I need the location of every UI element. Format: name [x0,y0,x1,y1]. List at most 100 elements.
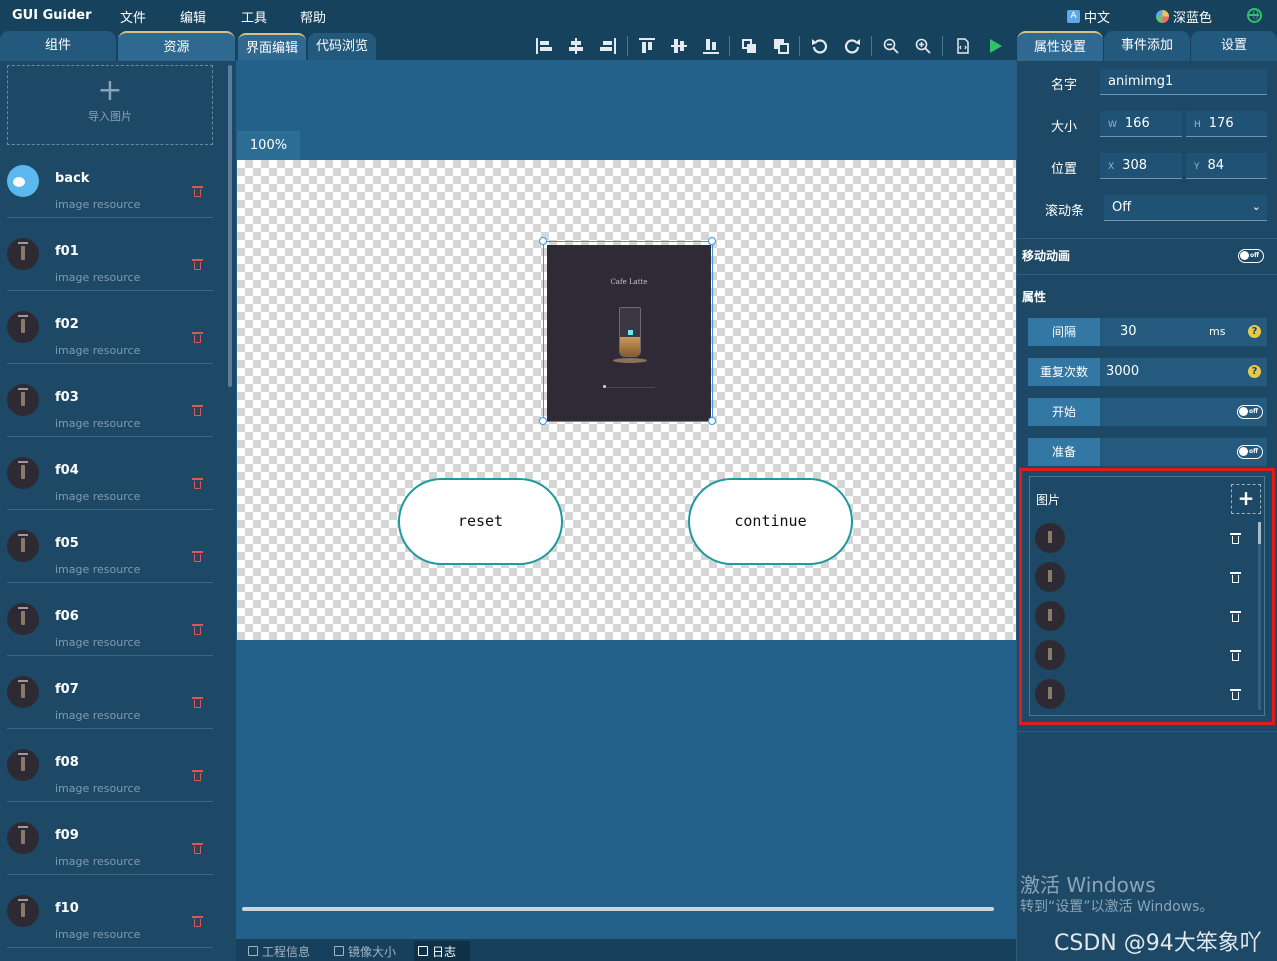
screen-canvas[interactable]: Cafe Latte reset continue [237,160,1016,640]
resize-handle-br[interactable] [708,417,716,425]
repeat-row: 重复次数 3000 ? [1028,358,1267,386]
delete-icon[interactable] [192,405,203,416]
delete-icon[interactable] [192,478,203,489]
delete-icon[interactable] [192,624,203,635]
menu-help[interactable]: 帮助 [300,7,326,26]
y-value: 84 [1207,158,1225,173]
interval-label: 间隔 [1028,318,1100,346]
align-center-v-icon[interactable] [670,37,688,55]
resource-item[interactable]: f10 image resource [7,875,213,948]
name-field[interactable]: animimg1 [1100,69,1267,95]
frame-thumbnail[interactable] [1035,562,1065,592]
resource-item[interactable]: f06 image resource [7,583,213,656]
resource-thumbnail [7,749,39,781]
menu-file[interactable]: 文件 [120,7,146,26]
resource-panel: + 导入图片 back image resource f01 image resour… [0,61,236,961]
resource-item[interactable]: f08 image resource [7,729,213,802]
tab-settings[interactable]: 设置 [1191,31,1277,61]
frame-thumbnail[interactable] [1035,601,1065,631]
y-field[interactable]: Y 84 [1186,153,1267,179]
resource-type: image resource [55,855,141,868]
resource-item[interactable]: f02 image resource [7,291,213,364]
send-backward-icon[interactable] [772,37,790,55]
move-anim-toggle[interactable]: off [1238,249,1264,263]
delete-icon[interactable] [1230,689,1241,700]
align-center-h-icon[interactable] [567,37,585,55]
tab-components[interactable]: 组件 [0,31,116,61]
tab-properties[interactable]: 属性设置 [1017,31,1103,61]
resize-handle-tr[interactable] [708,237,716,245]
import-image-button[interactable]: + 导入图片 [7,65,213,145]
resource-item[interactable]: f09 image resource [7,802,213,875]
repeat-label: 重复次数 [1028,358,1100,386]
bring-forward-icon[interactable] [740,37,758,55]
delete-icon[interactable] [192,259,203,270]
continue-button[interactable]: continue [688,478,853,565]
x-field[interactable]: X 308 [1100,153,1182,179]
delete-icon[interactable] [1230,611,1241,622]
tab-image-size[interactable]: 镜像大小 [330,941,400,961]
frame-thumbnail[interactable] [1035,523,1065,553]
delete-icon[interactable] [1230,650,1241,661]
run-icon[interactable] [986,37,1004,55]
delete-icon[interactable] [192,551,203,562]
add-image-button[interactable]: + [1231,484,1261,514]
frame-thumbnail[interactable] [1035,679,1065,709]
resource-item[interactable]: f07 image resource [7,656,213,729]
frame-thumbnail[interactable] [1035,640,1065,670]
delete-icon[interactable] [192,186,203,197]
globe-icon[interactable] [1247,8,1262,23]
align-left-icon[interactable] [535,37,553,55]
reset-button[interactable]: reset [398,478,563,565]
resource-item[interactable]: f03 image resource [7,364,213,437]
repeat-input[interactable]: 3000 [1106,358,1139,386]
width-field[interactable]: W 166 [1100,111,1182,137]
language-switch[interactable]: A 中文 [1067,7,1110,26]
resource-item[interactable]: f04 image resource [7,437,213,510]
delete-icon[interactable] [1230,572,1241,583]
start-toggle[interactable]: off [1237,405,1263,419]
help-icon[interactable]: ? [1248,325,1261,338]
resize-handle-bl[interactable] [539,417,547,425]
undo-icon[interactable] [811,37,829,55]
zoom-out-icon[interactable] [882,37,900,55]
delete-icon[interactable] [1230,533,1241,544]
redo-icon[interactable] [843,37,861,55]
menu-tools[interactable]: 工具 [241,7,267,26]
align-right-icon[interactable] [599,37,617,55]
delete-icon[interactable] [192,697,203,708]
tab-project-info[interactable]: 工程信息 [244,941,314,961]
tab-resources[interactable]: 资源 [118,31,235,61]
align-bottom-icon[interactable] [702,37,720,55]
zoom-in-icon[interactable] [914,37,932,55]
ready-toggle[interactable]: off [1237,445,1263,459]
tab-code-view[interactable]: 代码浏览 [308,33,377,61]
interval-input[interactable]: 30 [1120,318,1137,346]
height-field[interactable]: H 176 [1186,111,1267,137]
csdn-credit: CSDN @94大笨象吖 [1054,931,1262,956]
resource-item[interactable]: back image resource [7,145,213,218]
theme-switch[interactable]: 深蓝色 [1156,7,1212,26]
delete-icon[interactable] [192,332,203,343]
align-top-icon[interactable] [638,37,656,55]
image-list-scrollbar[interactable] [1258,522,1261,710]
resource-item[interactable]: f05 image resource [7,510,213,583]
resource-item[interactable]: f01 image resource [7,218,213,291]
tab-events[interactable]: 事件添加 [1104,31,1190,61]
canvas-hscrollbar[interactable] [242,907,994,911]
scrollbar-select[interactable]: Off ⌄ [1104,195,1267,221]
menu-edit[interactable]: 编辑 [180,7,206,26]
tab-label: 工程信息 [262,944,311,959]
export-icon[interactable] [954,37,972,55]
resize-handle-tl[interactable] [539,237,547,245]
tab-log[interactable]: 日志 [414,941,470,961]
animimg-widget[interactable]: Cafe Latte [539,237,716,425]
delete-icon[interactable] [192,843,203,854]
help-icon[interactable]: ? [1248,365,1261,378]
left-scrollbar[interactable] [228,65,232,387]
menubar: GUI Guider 文件 编辑 工具 帮助 A 中文 深蓝色 [0,0,1277,31]
tab-ui-editor[interactable]: 界面编辑 [238,33,307,61]
delete-icon[interactable] [192,770,203,781]
delete-icon[interactable] [192,916,203,927]
toolbar-divider [627,36,628,56]
